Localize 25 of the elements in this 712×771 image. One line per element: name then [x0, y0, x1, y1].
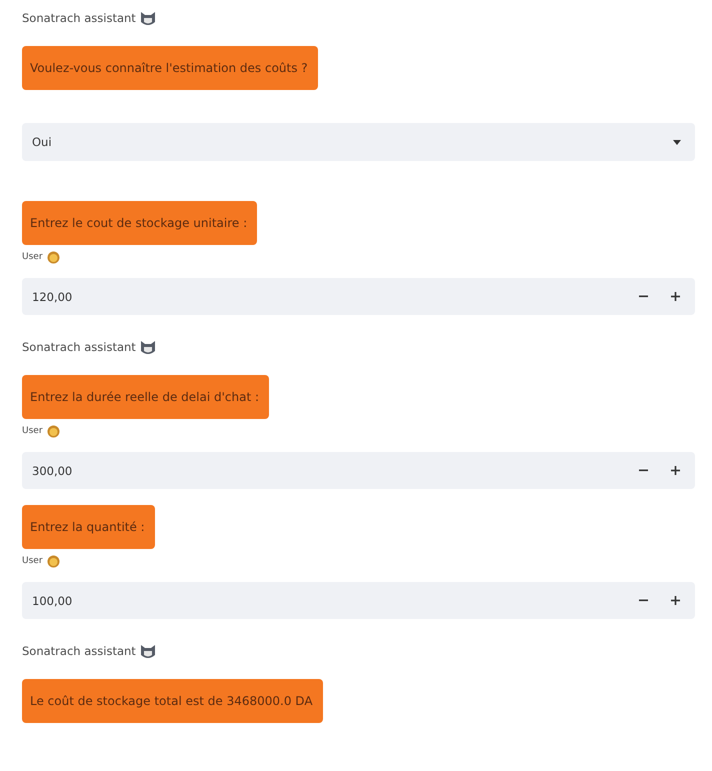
chat-message: Le coût de stockage total est de 3468000.0 DA [22, 679, 323, 723]
number-field[interactable]: 120,00 [22, 278, 695, 315]
bot-head-icon [140, 644, 156, 658]
avatar-icon [46, 424, 60, 438]
chat-message: Entrez le cout de stockage unitaire : [22, 201, 258, 245]
speaker-name: Sonatrach assistant [22, 11, 136, 25]
bot-head-icon [140, 340, 156, 354]
speaker-name: Sonatrach assistant [22, 644, 136, 658]
speaker-name: User [22, 556, 43, 566]
number-field[interactable]: 100,00 [22, 582, 695, 619]
speaker-name: User [22, 252, 43, 262]
chat-message: Entrez la durée reelle de delai d'chat : [22, 375, 270, 419]
speaker-name: User [22, 426, 43, 436]
caret-icon [673, 140, 681, 144]
chat-message: Voulez-vous connaître l'estimation des coûts ? [22, 46, 318, 90]
plus-icon [670, 466, 680, 475]
avatar-icon [46, 250, 60, 264]
plus-icon [670, 292, 680, 301]
dropdown-field[interactable]: Oui [22, 123, 695, 161]
plus-icon [670, 596, 680, 605]
number-field[interactable]: 300,00 [22, 452, 695, 489]
bot-head-icon [140, 10, 156, 26]
speaker-name: Sonatrach assistant [22, 340, 136, 354]
chat-message: Entrez la quantité : [22, 505, 155, 549]
avatar-icon [46, 554, 60, 568]
